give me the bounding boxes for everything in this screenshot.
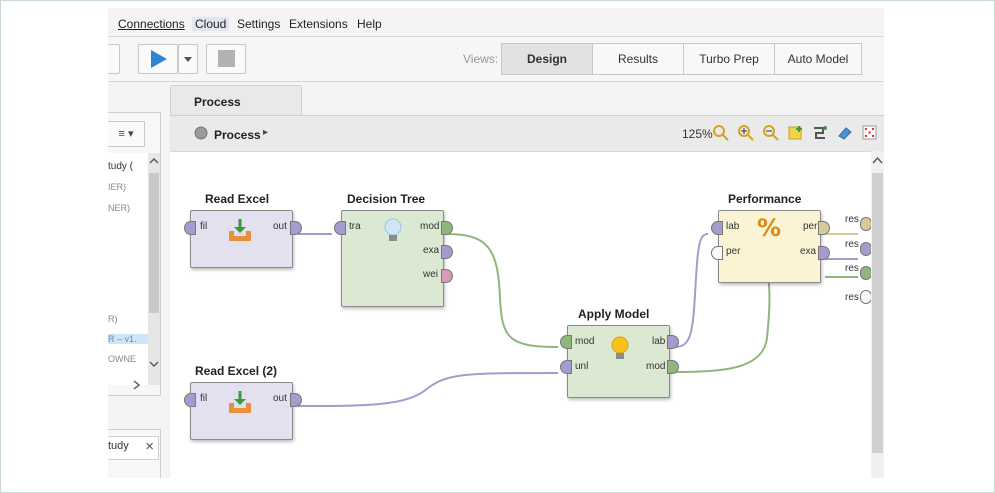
- result-port-label: res: [845, 214, 859, 225]
- port-label: lab: [652, 336, 666, 347]
- read-excel-title: Read Excel: [205, 192, 270, 206]
- port-label: tra: [349, 221, 361, 232]
- canvas-scrollbar[interactable]: [871, 151, 884, 478]
- apply-model-unlabeled-input-port[interactable]: [560, 360, 572, 374]
- port-label: mod: [575, 336, 595, 347]
- port-label: per: [726, 246, 741, 257]
- port-label: per: [803, 221, 818, 232]
- decision-tree-input-port[interactable]: [334, 221, 346, 235]
- scrollbar-thumb[interactable]: [872, 173, 883, 453]
- port-label: fil: [200, 221, 208, 232]
- rapidminer-window: Connections Cloud Settings Extensions He…: [108, 8, 884, 478]
- port-label: mod: [420, 221, 440, 232]
- performance-perf-input-port[interactable]: [711, 246, 723, 260]
- decision-tree-title: Decision Tree: [347, 192, 426, 206]
- read-excel-2-input-port[interactable]: [184, 393, 196, 407]
- read-excel-2-operator[interactable]: fil out: [190, 382, 293, 440]
- port-label: unl: [575, 361, 589, 372]
- chevron-up-icon[interactable]: [871, 155, 884, 167]
- apply-model-model-input-port[interactable]: [560, 335, 572, 349]
- read-excel-operator[interactable]: fil out: [190, 210, 293, 268]
- port-label: wei: [423, 269, 439, 280]
- read-excel-2-title: Read Excel (2): [195, 364, 278, 378]
- result-port-label: res: [845, 263, 859, 274]
- performance-title: Performance: [728, 192, 802, 206]
- port-label: exa: [800, 246, 817, 257]
- port-label: exa: [423, 245, 440, 256]
- read-excel-input-port[interactable]: [184, 221, 196, 235]
- performance-operator[interactable]: lab per per exa %: [718, 210, 821, 283]
- performance-label-input-port[interactable]: [711, 221, 723, 235]
- lightbulb-icon: [611, 336, 629, 359]
- read-excel-icon: [229, 219, 251, 241]
- decision-tree-operator[interactable]: tra mod exa wei: [341, 210, 444, 307]
- result-port-label: res: [845, 292, 859, 303]
- port-label: fil: [200, 393, 208, 404]
- read-excel-icon: [229, 391, 251, 413]
- apply-model-title: Apply Model: [578, 307, 650, 321]
- port-label: mod: [646, 361, 666, 372]
- port-label: out: [273, 221, 287, 232]
- port-label: lab: [726, 221, 740, 232]
- apply-model-operator[interactable]: mod unl lab mod: [567, 325, 670, 398]
- percent-icon: %: [757, 214, 782, 242]
- result-port-label: res: [845, 239, 859, 250]
- lightbulb-icon: [384, 218, 402, 241]
- port-label: out: [273, 393, 287, 404]
